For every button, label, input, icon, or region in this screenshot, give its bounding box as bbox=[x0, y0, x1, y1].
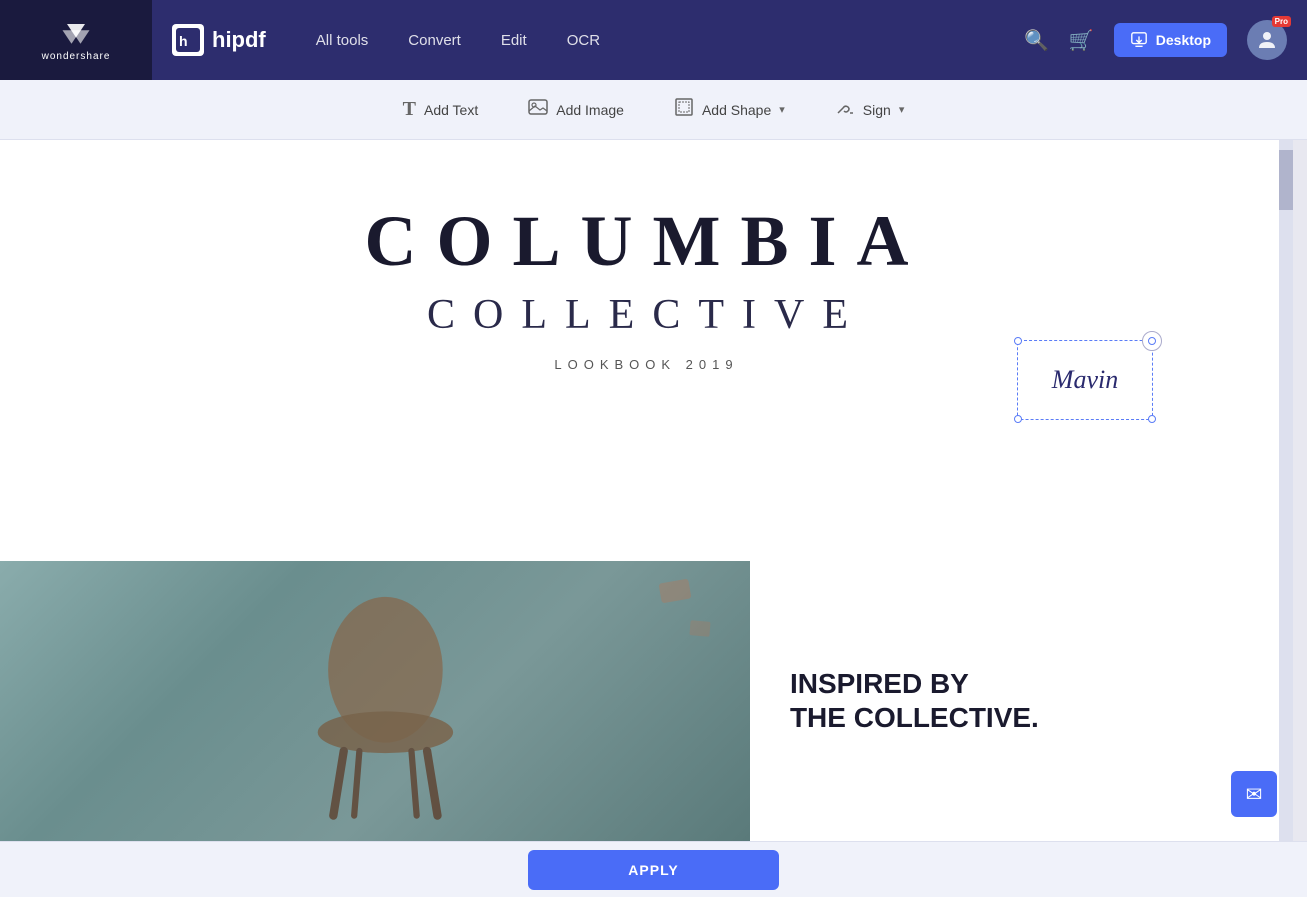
pdf-title-main: COLUMBIA bbox=[0, 200, 1293, 283]
chat-email-button[interactable]: ✉ bbox=[1231, 771, 1277, 817]
chair-illustration bbox=[265, 576, 485, 826]
photo-right: INSPIRED BY THE COLLECTIVE. bbox=[750, 561, 1293, 841]
hipdf-brand[interactable]: h hipdf bbox=[152, 24, 286, 56]
hipdf-label: hipdf bbox=[212, 27, 266, 53]
inspired-line1: INSPIRED BY bbox=[790, 667, 1253, 701]
user-avatar[interactable]: Pro bbox=[1247, 20, 1287, 60]
signature-handle-topleft[interactable] bbox=[1014, 337, 1022, 345]
sign-dropdown-arrow[interactable]: ▾ bbox=[899, 103, 905, 116]
scrollbar-track[interactable] bbox=[1279, 140, 1293, 841]
desktop-button[interactable]: Desktop bbox=[1114, 23, 1227, 57]
photo-left bbox=[0, 561, 750, 841]
content-area: COLUMBIA COLLECTIVE LOOKBOOK 2019 × Mavi… bbox=[0, 140, 1307, 841]
signature-text: Mavin bbox=[1052, 365, 1118, 395]
add-shape-tool[interactable]: Add Shape ▾ bbox=[674, 97, 785, 122]
desktop-download-icon bbox=[1130, 31, 1148, 49]
shape-tool-icon bbox=[674, 97, 694, 122]
nav-convert[interactable]: Convert bbox=[408, 32, 461, 49]
wondershare-logo-icon bbox=[58, 19, 94, 47]
wondershare-label: wondershare bbox=[42, 51, 111, 62]
add-shape-label: Add Shape bbox=[702, 102, 771, 118]
shape-dropdown-arrow[interactable]: ▾ bbox=[779, 103, 785, 116]
cart-icon[interactable]: 🛒 bbox=[1069, 28, 1094, 53]
add-image-tool[interactable]: Add Image bbox=[528, 97, 624, 122]
nav-links: All tools Convert Edit OCR bbox=[286, 32, 1024, 49]
apply-bar: APPLY bbox=[0, 841, 1307, 897]
navbar: wondershare h hipdf All tools Convert Ed… bbox=[0, 0, 1307, 80]
sign-tool-icon bbox=[835, 97, 855, 122]
search-icon[interactable]: 🔍 bbox=[1024, 28, 1049, 53]
pdf-canvas: COLUMBIA COLLECTIVE LOOKBOOK 2019 × Mavi… bbox=[0, 140, 1293, 841]
wondershare-brand[interactable]: wondershare bbox=[0, 0, 152, 80]
sign-label: Sign bbox=[863, 102, 891, 118]
pdf-title-section: COLUMBIA COLLECTIVE LOOKBOOK 2019 bbox=[0, 140, 1293, 372]
inspired-line2: THE COLLECTIVE. bbox=[790, 701, 1253, 735]
pro-badge: Pro bbox=[1272, 16, 1291, 27]
photo-section: INSPIRED BY THE COLLECTIVE. bbox=[0, 561, 1293, 841]
hipdf-icon: h bbox=[172, 24, 204, 56]
image-tool-icon bbox=[528, 97, 548, 122]
user-icon bbox=[1255, 28, 1279, 52]
signature-handle-bottomright[interactable] bbox=[1148, 415, 1156, 423]
sign-tool[interactable]: Sign ▾ bbox=[835, 97, 905, 122]
svg-text:h: h bbox=[179, 33, 188, 49]
add-text-label: Add Text bbox=[424, 102, 478, 118]
nav-actions: 🔍 🛒 Desktop Pro bbox=[1024, 20, 1307, 60]
nav-all-tools[interactable]: All tools bbox=[316, 32, 369, 49]
signature-overlay[interactable]: × Mavin bbox=[1017, 340, 1153, 420]
signature-handle-topright[interactable] bbox=[1148, 337, 1156, 345]
scrollbar-thumb[interactable] bbox=[1279, 150, 1293, 210]
nav-ocr[interactable]: OCR bbox=[567, 32, 600, 49]
apply-button[interactable]: APPLY bbox=[528, 850, 778, 890]
desktop-button-label: Desktop bbox=[1156, 32, 1211, 48]
nav-edit[interactable]: Edit bbox=[501, 32, 527, 49]
add-image-label: Add Image bbox=[556, 102, 624, 118]
toolbar: T Add Text Add Image Add Shape ▾ bbox=[0, 80, 1307, 140]
add-text-tool[interactable]: T Add Text bbox=[403, 98, 479, 121]
text-tool-icon: T bbox=[403, 98, 416, 121]
pdf-title-sub: COLLECTIVE bbox=[0, 291, 1293, 339]
email-icon: ✉ bbox=[1246, 782, 1263, 807]
photo-placeholder bbox=[0, 561, 750, 841]
signature-handle-bottomleft[interactable] bbox=[1014, 415, 1022, 423]
